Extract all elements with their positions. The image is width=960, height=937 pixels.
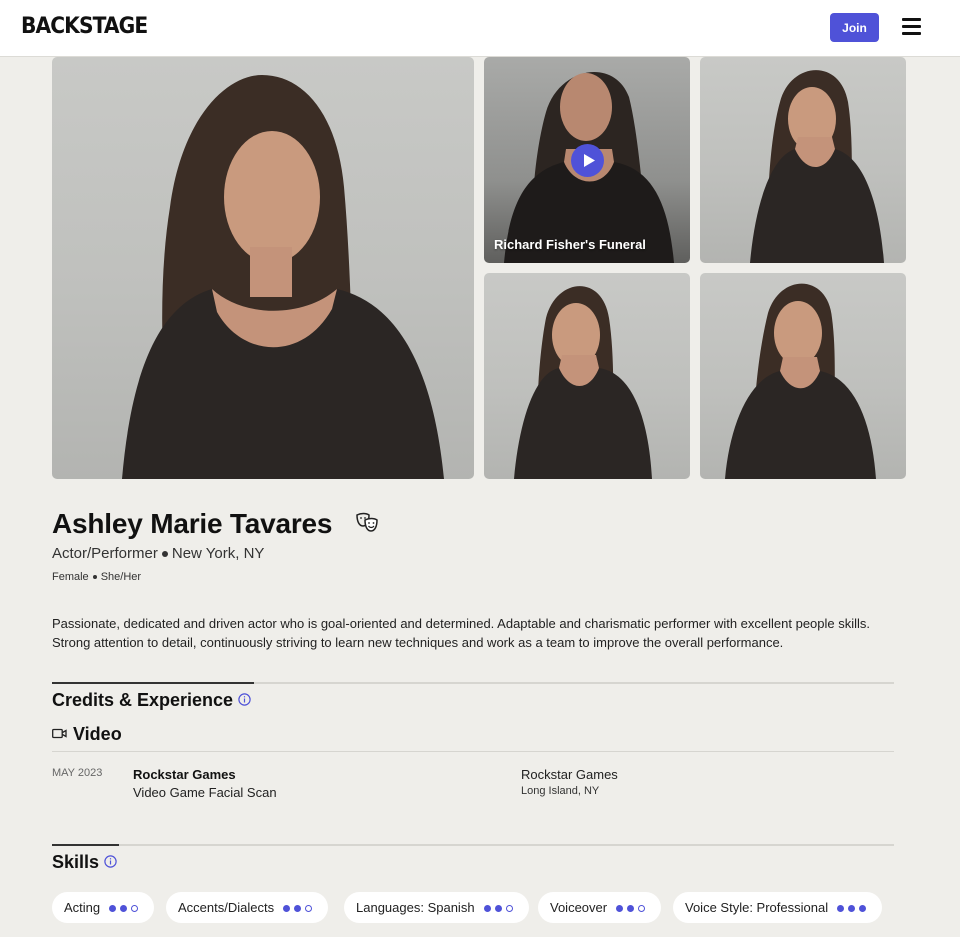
video-camera-icon <box>52 729 67 739</box>
video-thumbnail[interactable]: Richard Fisher's Funeral <box>484 57 690 263</box>
headshot-photo[interactable] <box>700 273 906 479</box>
skill-label: Voice Style: Professional <box>685 900 829 915</box>
skill-dot-filled <box>483 904 491 912</box>
skill-dot-empty <box>638 904 646 912</box>
main-headshot-photo[interactable] <box>52 57 474 479</box>
credits-heading: Credits & Experience <box>52 690 251 711</box>
skill-dot-filled <box>109 904 117 912</box>
profile-pronouns: She/Her <box>100 571 142 583</box>
play-icon <box>584 154 595 167</box>
profile-role: Actor/Performer <box>52 545 158 562</box>
skills-tab-rule <box>52 844 894 846</box>
join-button[interactable]: Join <box>830 13 879 42</box>
credits-title: Credits & Experience <box>52 690 234 710</box>
skill-dot-empty <box>131 904 139 912</box>
credit-category-label: Video <box>73 724 122 744</box>
backstage-logo[interactable]: BACKSTAGE <box>21 14 148 39</box>
skill-label: Accents/Dialects <box>178 900 275 915</box>
skill-dot-filled <box>859 904 867 912</box>
skill-dot-filled <box>294 904 302 912</box>
credit-date: MAY 2023 <box>52 767 103 779</box>
skill-chip[interactable]: Accents/Dialects <box>166 892 329 923</box>
info-icon[interactable] <box>104 855 117 868</box>
credit-project: Rockstar Games <box>133 767 236 782</box>
credit-category-heading: Video <box>52 724 122 745</box>
skill-chip[interactable]: Acting <box>52 892 155 923</box>
video-caption: Richard Fisher's Funeral <box>494 237 646 252</box>
skill-level <box>109 892 142 923</box>
skill-label: Languages: Spanish <box>356 900 475 915</box>
skill-level <box>483 892 517 923</box>
profile-subtitle: Actor/Performer New York, NY <box>52 545 264 562</box>
site-header: BACKSTAGE Join <box>0 0 960 57</box>
skill-chip[interactable]: Voice Style: Professional <box>673 892 883 923</box>
skill-level <box>616 892 649 923</box>
skill-dot-filled <box>837 904 845 912</box>
skill-dot-filled <box>848 904 856 912</box>
credit-company: Rockstar Games <box>521 767 618 782</box>
skill-chip[interactable]: Voiceover <box>538 892 662 923</box>
headshot-photo[interactable] <box>484 273 690 479</box>
info-icon[interactable] <box>238 693 251 706</box>
credit-role: Video Game Facial Scan <box>133 785 277 800</box>
skill-dot-filled <box>627 904 635 912</box>
skill-chip[interactable]: Languages: Spanish <box>344 892 529 923</box>
profile-location: New York, NY <box>171 545 265 562</box>
play-button[interactable] <box>571 144 604 177</box>
skill-dot-empty <box>305 904 313 912</box>
skill-label: Acting <box>64 900 101 915</box>
headshot-photo[interactable] <box>700 57 906 263</box>
skills-heading: Skills <box>52 852 117 873</box>
skill-dot-empty <box>505 904 513 912</box>
skill-dot-filled <box>494 904 502 912</box>
profile-gender: Female <box>52 571 89 583</box>
skill-dot-filled <box>283 904 291 912</box>
hamburger-menu-icon[interactable] <box>902 18 921 35</box>
profile-meta: Female She/Her <box>52 571 141 583</box>
skill-level <box>283 892 316 923</box>
credits-tab-rule <box>52 682 894 684</box>
skill-dot-filled <box>120 904 128 912</box>
credit-location: Long Island, NY <box>521 785 600 797</box>
profile-bio: Passionate, dedicated and driven actor w… <box>52 616 871 650</box>
theater-masks-icon <box>356 512 378 532</box>
skill-level <box>837 892 870 923</box>
divider <box>52 751 894 752</box>
skill-dot-filled <box>616 904 624 912</box>
skills-title: Skills <box>52 852 100 872</box>
profile-name: Ashley Marie Tavares <box>52 508 333 539</box>
skill-label: Voiceover <box>550 900 608 915</box>
